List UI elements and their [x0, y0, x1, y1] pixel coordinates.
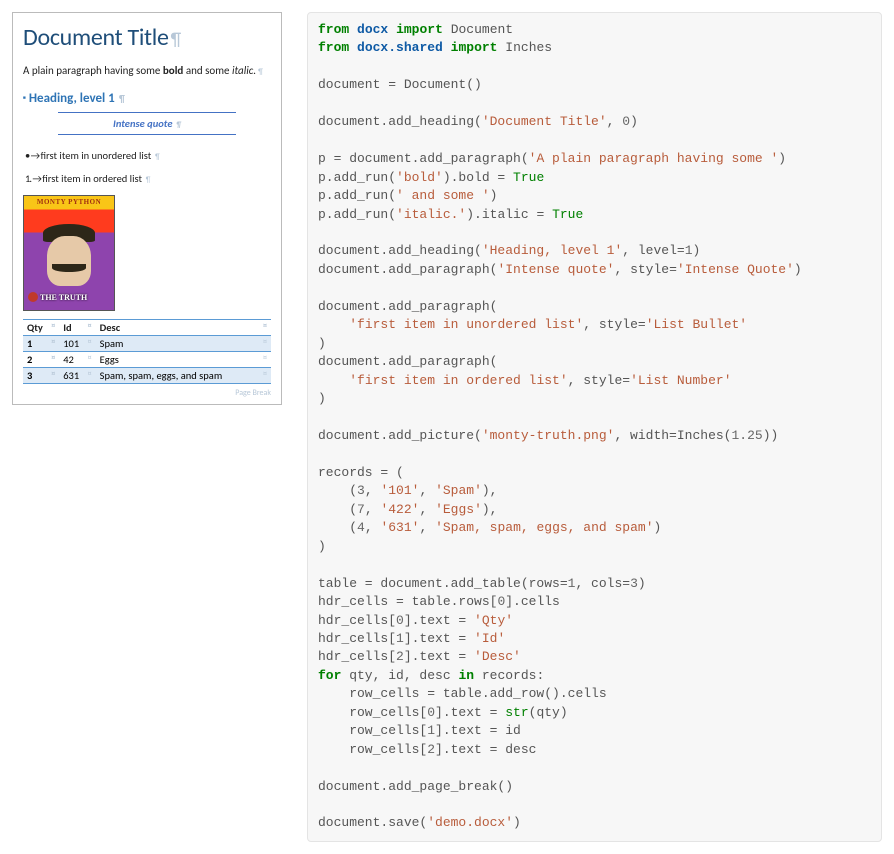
intense-quote: Intense quote ¶ [58, 112, 236, 135]
ordered-list-item: first item in ordered list ¶ [25, 172, 271, 185]
python-code-block: from docx import Document from docx.shar… [307, 12, 882, 842]
monty-python-image: MONTY PYTHON THE TRUTH [23, 195, 115, 311]
table-row: 3¤631¤Spam, spam, eggs, and spam¤ [23, 368, 271, 384]
table-header-row: Qty¤ Id¤ Desc¤ [23, 320, 271, 336]
doc-title: Document Title¶ [23, 23, 271, 52]
heading-level-1: Heading, level 1 ¶ [23, 91, 271, 106]
page-break-marker: Page Break [23, 388, 271, 398]
table-row: 1¤101¤Spam¤ [23, 336, 271, 352]
unordered-list-item: first item in unordered list ¶ [25, 149, 271, 162]
table-row: 2¤42¤Eggs¤ [23, 352, 271, 368]
plain-paragraph: A plain paragraph having some bold and s… [23, 64, 271, 77]
document-preview: Document Title¶ A plain paragraph having… [12, 12, 282, 405]
records-table: Qty¤ Id¤ Desc¤ 1¤101¤Spam¤ 2¤42¤Eggs¤ 3¤… [23, 319, 271, 384]
